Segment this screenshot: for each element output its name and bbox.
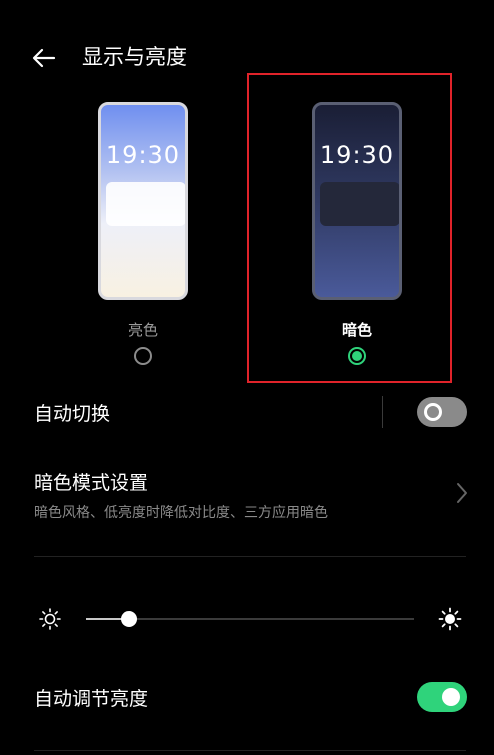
theme-label-light: 亮色: [127, 321, 158, 339]
radio-light[interactable]: [134, 347, 152, 365]
row-divider: [382, 396, 383, 428]
light-theme-preview: 19:30: [98, 102, 188, 300]
brightness-slider[interactable]: [86, 611, 414, 627]
toggle-knob: [442, 688, 460, 706]
section-divider: [34, 556, 466, 557]
preview-widget: [106, 182, 185, 226]
brightness-slider-thumb[interactable]: [120, 611, 137, 627]
page-title: 显示与亮度: [82, 45, 187, 69]
theme-option-light[interactable]: 19:30 亮色: [58, 102, 228, 387]
brightness-high-icon: [438, 607, 462, 631]
dark-mode-settings-label[interactable]: 暗色模式设置: [34, 468, 148, 495]
chevron-right-icon[interactable]: [452, 480, 472, 506]
section-divider: [34, 750, 466, 751]
auto-brightness-toggle[interactable]: [417, 682, 467, 712]
auto-brightness-label: 自动调节亮度: [34, 688, 149, 710]
auto-switch-toggle[interactable]: [417, 397, 467, 427]
brightness-low-icon: [39, 608, 61, 630]
selection-highlight: [247, 73, 452, 383]
preview-time: 19:30: [105, 141, 181, 169]
back-arrow-icon: [32, 48, 56, 68]
auto-switch-label: 自动切换: [34, 403, 111, 425]
toggle-knob: [424, 403, 442, 421]
dark-mode-settings-description: 暗色风格、低亮度时降低对比度、三方应用暗色: [34, 505, 328, 521]
back-button[interactable]: [26, 40, 62, 76]
